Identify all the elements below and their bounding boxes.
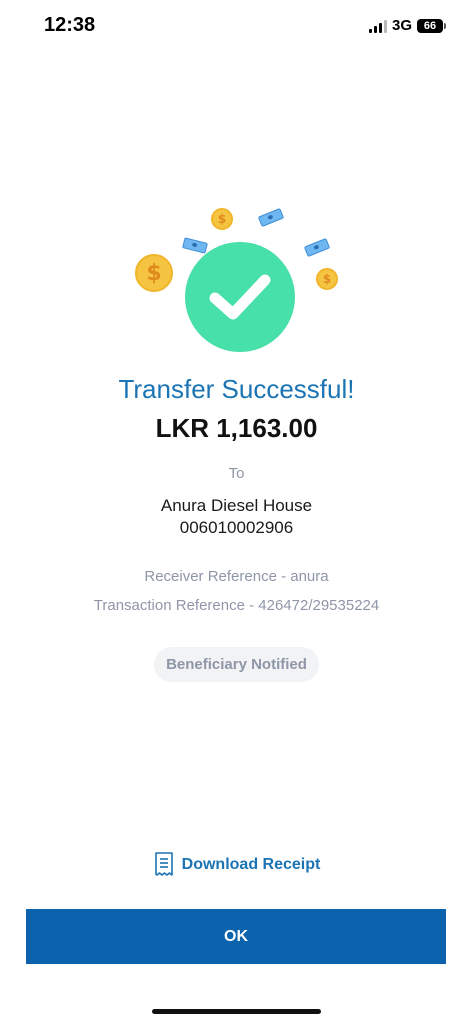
banknote-icon: [182, 237, 208, 254]
recipient-name: Anura Diesel House: [160, 496, 313, 515]
receipt-icon: [154, 852, 173, 876]
status-time: 12:38: [44, 14, 96, 36]
transfer-status-title: Transfer Successful!: [118, 374, 355, 404]
status-indicators: 3G 66: [368, 17, 446, 34]
battery-icon: 66: [417, 18, 446, 33]
banknote-icon: [257, 207, 285, 228]
dollar-coin-icon: $: [135, 254, 173, 292]
beneficiary-notified-badge: Beneficiary Notified: [154, 647, 319, 682]
transaction-reference: Transaction Reference - 426472/29535224: [93, 597, 380, 614]
receiver-reference: Receiver Reference - anura: [144, 568, 329, 585]
notification-row: Beneficiary Notified: [0, 647, 473, 682]
success-illustration: $ $ $: [125, 200, 355, 360]
signal-icon: [368, 19, 387, 33]
recipient-account-number: 006010002906: [179, 518, 294, 537]
banknote-icon: [303, 237, 331, 258]
home-indicator: [152, 1009, 321, 1014]
to-label: To: [228, 465, 245, 482]
download-receipt-label: Download Receipt: [181, 856, 321, 873]
dollar-coin-icon: $: [211, 208, 233, 230]
download-receipt-button[interactable]: Download Receipt: [0, 852, 473, 878]
transfer-amount: LKR 1,163.00: [155, 413, 318, 443]
ok-button[interactable]: OK: [26, 909, 446, 964]
network-type: 3G: [391, 17, 412, 34]
dollar-coin-icon: $: [316, 268, 338, 290]
checkmark-icon: [209, 274, 271, 320]
status-bar: 12:38 3G 66: [0, 0, 473, 54]
success-check-circle: [185, 242, 295, 352]
